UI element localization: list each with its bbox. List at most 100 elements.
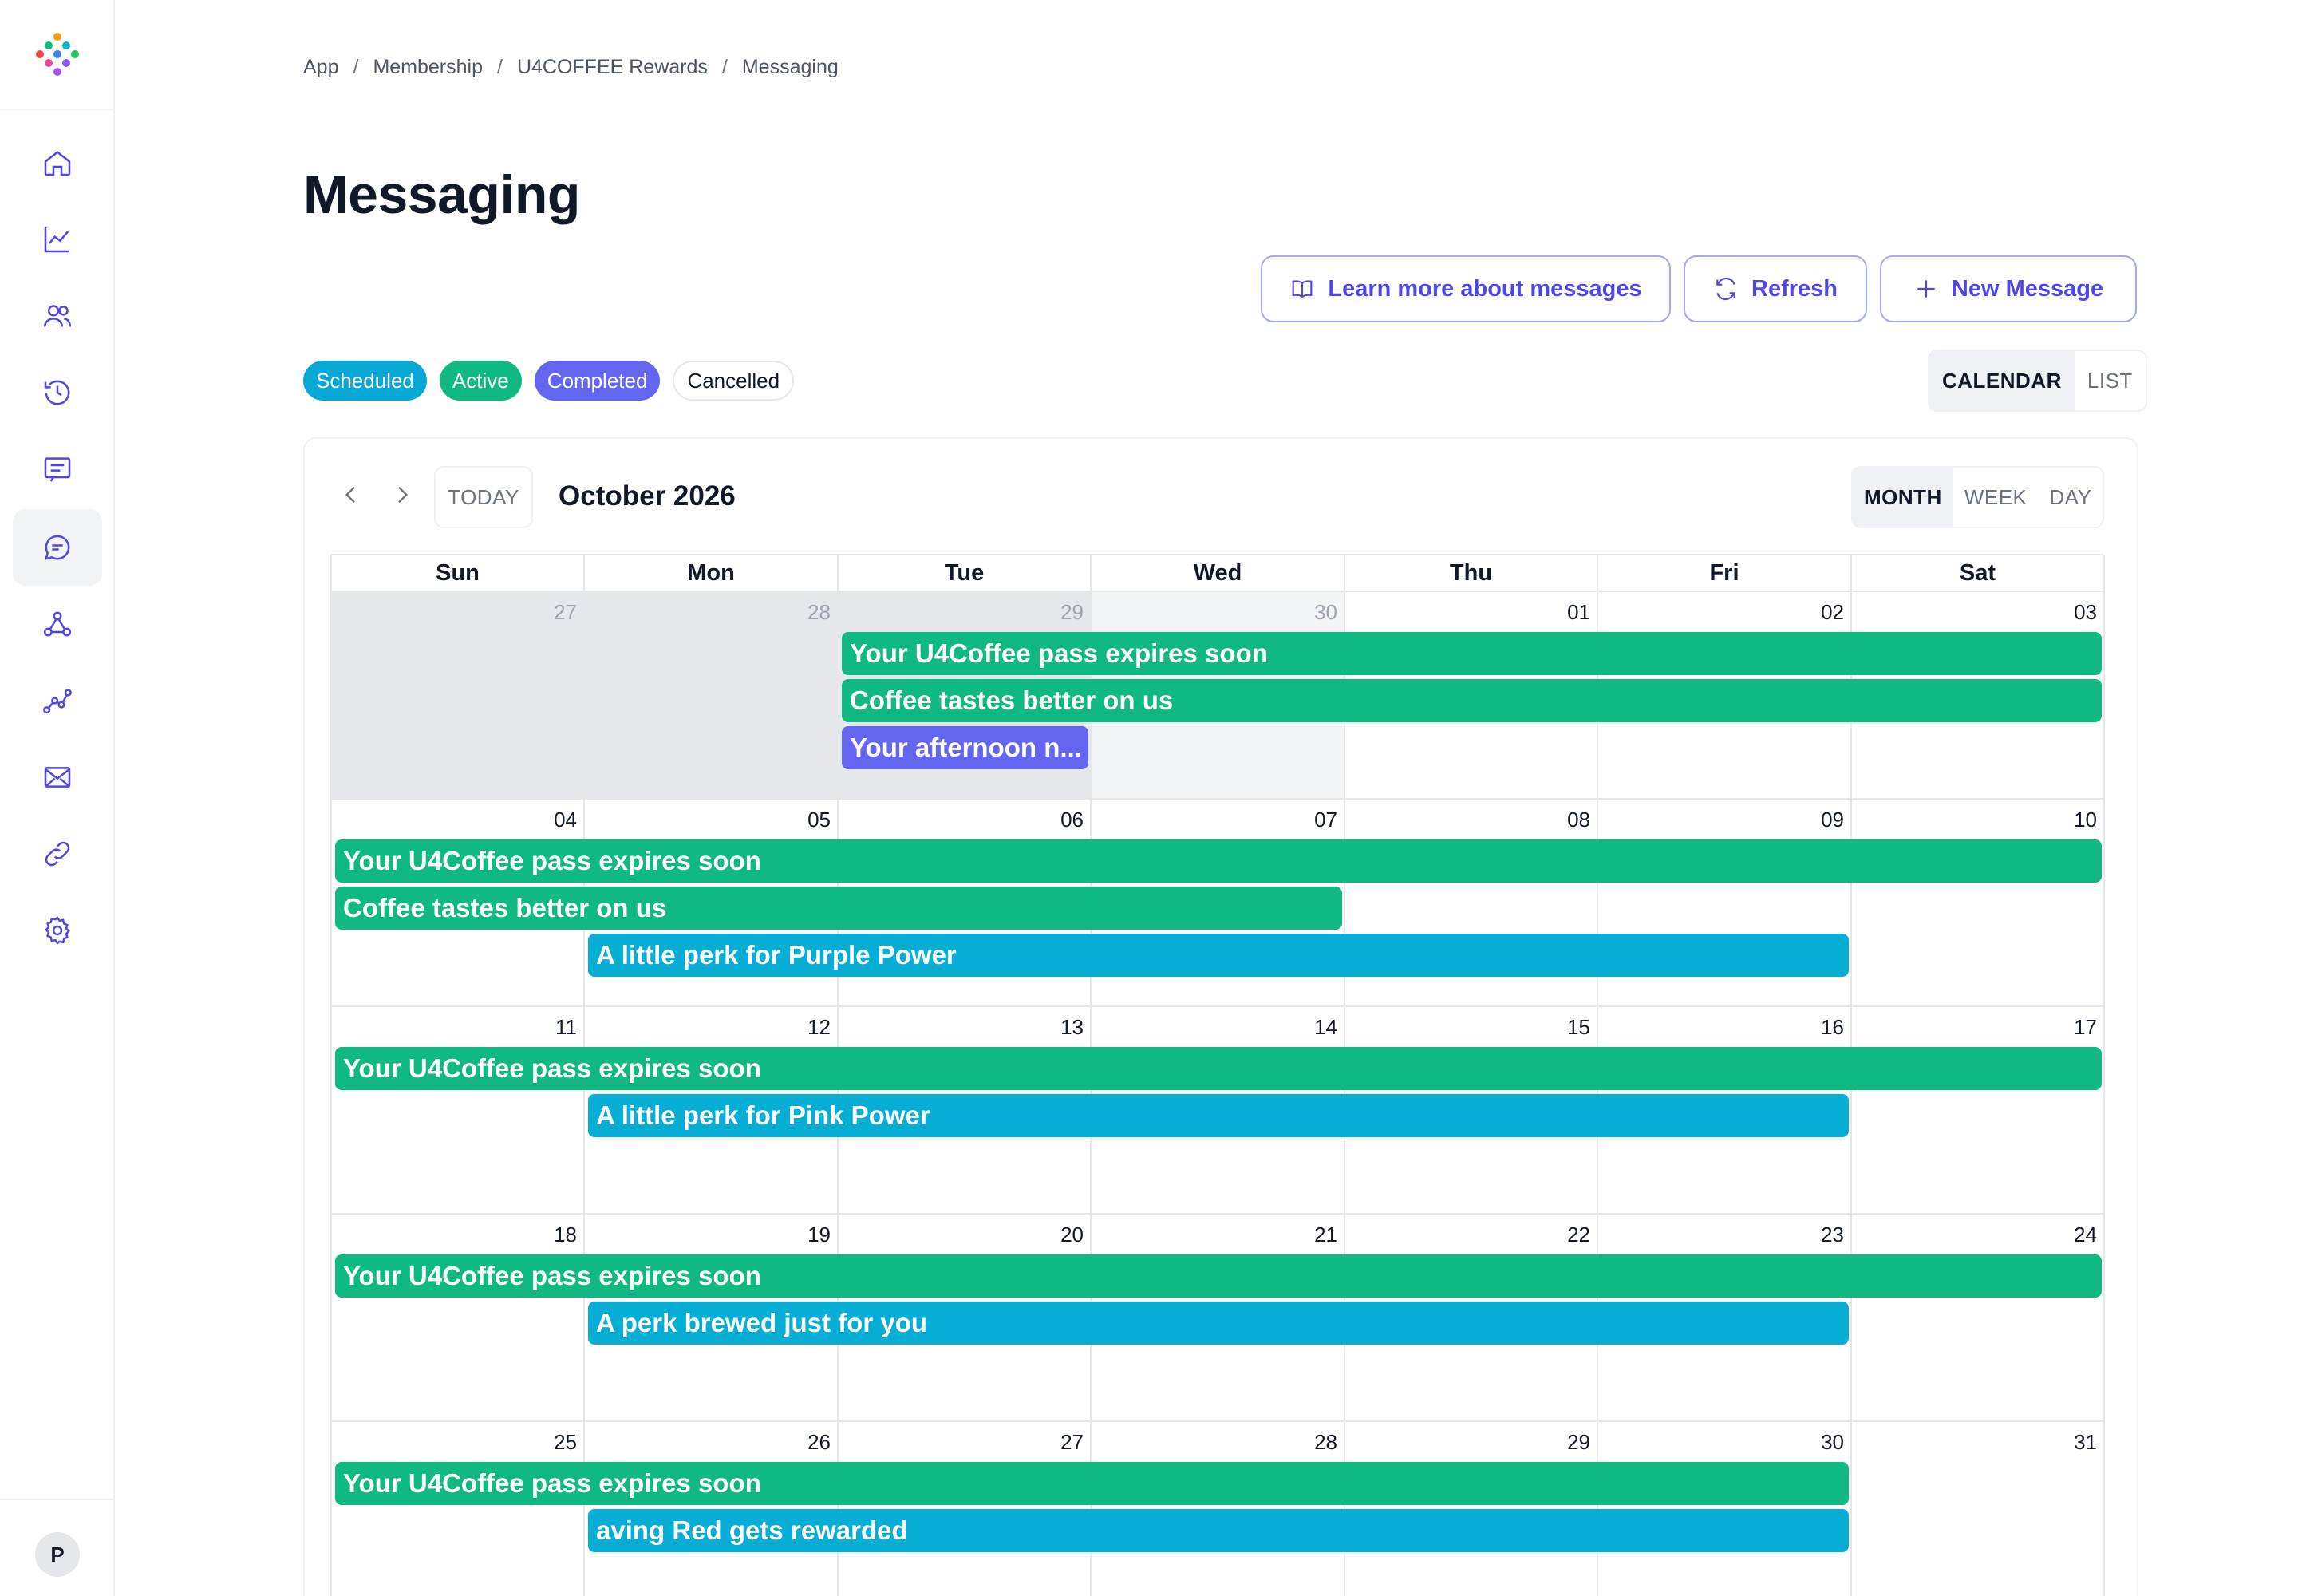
legend-completed[interactable]: Completed bbox=[534, 361, 661, 401]
nav-members[interactable] bbox=[13, 278, 102, 354]
weekday-header: Tue bbox=[839, 555, 1092, 592]
week-range-button[interactable]: WEEK bbox=[1953, 468, 2039, 527]
day-cell[interactable]: 17 bbox=[1852, 1007, 2105, 1215]
day-cell[interactable]: 25 bbox=[332, 1422, 585, 1596]
list-view-button[interactable]: LIST bbox=[2075, 351, 2146, 410]
day-number: 22 bbox=[1567, 1223, 1590, 1246]
day-number: 31 bbox=[2074, 1430, 2097, 1454]
day-cell[interactable]: 18 bbox=[332, 1215, 585, 1422]
weekday-header: Sun bbox=[332, 555, 585, 592]
calendar-event[interactable]: Your U4Coffee pass expires soon bbox=[335, 1462, 1849, 1505]
legend-cancelled[interactable]: Cancelled bbox=[673, 361, 795, 401]
nav-messaging[interactable] bbox=[13, 509, 102, 586]
nav-journey[interactable] bbox=[13, 662, 102, 739]
legend-active[interactable]: Active bbox=[439, 361, 522, 401]
refresh-icon bbox=[1716, 277, 1735, 301]
day-number: 14 bbox=[1314, 1015, 1337, 1039]
calendar-event[interactable]: Your U4Coffee pass expires soon bbox=[335, 1254, 2102, 1298]
app-logo[interactable] bbox=[0, 0, 115, 110]
range-toggle: MONTH WEEK DAY bbox=[1851, 466, 2105, 528]
weekday-header: Sat bbox=[1852, 555, 2105, 592]
breadcrumb-separator: / bbox=[353, 56, 359, 78]
day-number: 26 bbox=[807, 1430, 831, 1454]
link-icon bbox=[45, 841, 70, 867]
nav-settings[interactable] bbox=[13, 892, 102, 969]
nav-webhooks[interactable] bbox=[13, 586, 102, 662]
nav-history[interactable] bbox=[13, 354, 102, 431]
legend-scheduled[interactable]: Scheduled bbox=[303, 361, 427, 401]
day-cell[interactable]: 10 bbox=[1852, 800, 2105, 1007]
members-icon bbox=[43, 305, 72, 327]
history-icon bbox=[44, 380, 70, 405]
plus-icon bbox=[1917, 280, 1935, 298]
refresh-button[interactable]: Refresh bbox=[1684, 255, 1867, 322]
day-number: 16 bbox=[1821, 1015, 1844, 1039]
breadcrumb: App / Membership / U4COFFEE Rewards / Me… bbox=[303, 56, 839, 79]
nav-analytics[interactable] bbox=[13, 201, 102, 278]
calendar-view-button[interactable]: CALENDAR bbox=[1929, 351, 2075, 410]
day-number: 21 bbox=[1314, 1223, 1337, 1246]
month-title: October 2026 bbox=[559, 480, 736, 512]
breadcrumb-membership[interactable]: Membership bbox=[373, 56, 483, 79]
day-range-button[interactable]: DAY bbox=[2038, 468, 2103, 527]
day-number: 29 bbox=[1060, 600, 1084, 624]
calendar-event[interactable]: aving Red gets rewarded bbox=[588, 1509, 1849, 1552]
day-number: 04 bbox=[554, 808, 577, 832]
day-cell[interactable]: 28 bbox=[585, 592, 839, 800]
breadcrumb-rewards[interactable]: U4COFFEE Rewards bbox=[517, 56, 708, 79]
next-month-button[interactable] bbox=[386, 479, 418, 511]
chevron-right-icon bbox=[398, 486, 409, 504]
calendar-event[interactable]: Your afternoon n... bbox=[842, 726, 1088, 769]
weekday-header: Wed bbox=[1092, 555, 1345, 592]
calendar-event[interactable]: Your U4Coffee pass expires soon bbox=[335, 839, 2102, 883]
nav-messages-list[interactable] bbox=[13, 431, 102, 508]
day-number: 05 bbox=[807, 808, 831, 832]
day-cell[interactable]: 11 bbox=[332, 1007, 585, 1215]
analytics-icon bbox=[44, 227, 69, 253]
day-number: 11 bbox=[555, 1015, 577, 1039]
calendar-event[interactable]: A little perk for Pink Power bbox=[588, 1094, 1849, 1137]
calendar-event[interactable]: Your U4Coffee pass expires soon bbox=[842, 632, 2102, 675]
day-number: 19 bbox=[807, 1223, 831, 1246]
nav-links[interactable] bbox=[13, 816, 102, 892]
day-number: 20 bbox=[1060, 1223, 1084, 1246]
status-legend: Scheduled Active Completed Cancelled bbox=[303, 361, 795, 401]
calendar-event[interactable]: A little perk for Purple Power bbox=[588, 934, 1849, 977]
avatar[interactable]: P bbox=[35, 1532, 80, 1577]
day-cell[interactable]: 31 bbox=[1852, 1422, 2105, 1596]
day-number: 08 bbox=[1567, 808, 1590, 832]
new-message-button[interactable]: New Message bbox=[1880, 255, 2137, 322]
view-toggle: CALENDAR LIST bbox=[1928, 350, 2147, 412]
prev-month-button[interactable] bbox=[335, 479, 367, 511]
day-number: 24 bbox=[2074, 1223, 2097, 1246]
today-button[interactable]: TODAY bbox=[434, 466, 533, 528]
settings-icon bbox=[45, 916, 70, 945]
new-message-label: New Message bbox=[1951, 275, 2104, 302]
refresh-label: Refresh bbox=[1751, 275, 1838, 302]
day-number: 09 bbox=[1821, 808, 1844, 832]
day-number: 25 bbox=[554, 1430, 577, 1454]
day-number: 27 bbox=[1060, 1430, 1084, 1454]
nav-home[interactable] bbox=[13, 124, 102, 201]
breadcrumb-app[interactable]: App bbox=[303, 56, 338, 79]
breadcrumb-separator: / bbox=[497, 56, 503, 78]
month-range-button[interactable]: MONTH bbox=[1853, 468, 1953, 527]
breadcrumb-messaging: Messaging bbox=[741, 56, 839, 78]
day-number: 23 bbox=[1821, 1223, 1844, 1246]
calendar-event[interactable]: Coffee tastes better on us bbox=[842, 679, 2102, 722]
sidebar: P bbox=[0, 0, 115, 1596]
messages-list-icon bbox=[44, 457, 71, 482]
learn-more-button[interactable]: Learn more about messages bbox=[1261, 255, 1671, 322]
day-number: 13 bbox=[1060, 1015, 1084, 1039]
calendar-event[interactable]: A perk brewed just for you bbox=[588, 1302, 1849, 1345]
day-number: 15 bbox=[1567, 1015, 1590, 1039]
day-cell[interactable]: 24 bbox=[1852, 1215, 2105, 1422]
day-cell[interactable]: 27 bbox=[332, 592, 585, 800]
calendar-event[interactable]: Coffee tastes better on us bbox=[335, 887, 1342, 930]
breadcrumb-separator: / bbox=[721, 56, 728, 78]
nav-mail[interactable] bbox=[13, 739, 102, 816]
weekday-header: Fri bbox=[1598, 555, 1852, 592]
day-number: 06 bbox=[1060, 808, 1084, 832]
day-number: 30 bbox=[1821, 1430, 1844, 1454]
calendar-event[interactable]: Your U4Coffee pass expires soon bbox=[335, 1047, 2102, 1090]
